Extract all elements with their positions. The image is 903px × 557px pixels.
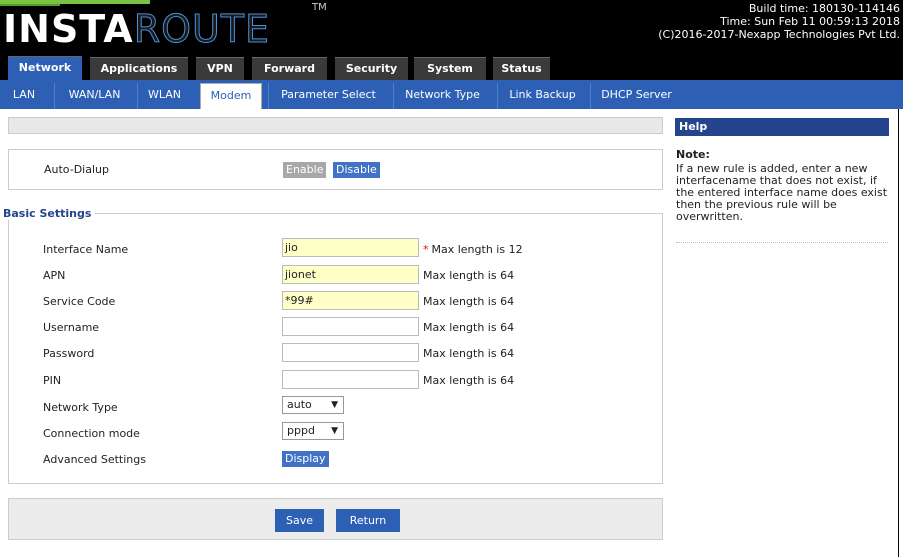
basic-settings-legend: Basic Settings — [0, 207, 96, 220]
logo-accent-bar-2 — [0, 4, 60, 6]
copyright: (C)2016-2017-Nexapp Technologies Pvt Ltd… — [658, 28, 900, 41]
logo-text-route: ROUTE — [133, 7, 271, 52]
sub-nav: LAN WAN/LAN WLAN Modem Parameter Select … — [0, 80, 903, 109]
subtab-lan[interactable]: LAN — [6, 83, 42, 109]
network-type-select[interactable]: auto ▼ — [282, 396, 344, 414]
advanced-settings-label: Advanced Settings — [43, 453, 146, 466]
connection-mode-value: pppd — [287, 424, 315, 437]
password-hint: Max length is 64 — [423, 347, 515, 360]
brand-logo: INSTAROUTE — [3, 7, 271, 52]
tab-security[interactable]: Security — [335, 57, 408, 80]
action-bar: Save Return — [8, 498, 663, 540]
username-field[interactable] — [282, 317, 419, 336]
service-code-field[interactable]: *99# — [282, 291, 419, 310]
apn-label: APN — [43, 269, 66, 282]
tab-forward[interactable]: Forward — [252, 57, 327, 80]
save-button[interactable]: Save — [275, 509, 324, 532]
connection-mode-select[interactable]: pppd ▼ — [282, 422, 344, 440]
pin-hint: Max length is 64 — [423, 374, 515, 387]
subtab-wlan[interactable]: WLAN — [137, 83, 191, 109]
subtab-dhcp-server[interactable]: DHCP Server — [590, 83, 682, 109]
subtab-link-backup[interactable]: Link Backup — [497, 83, 587, 109]
tab-network[interactable]: Network — [8, 56, 82, 80]
tab-status[interactable]: Status — [493, 57, 550, 80]
username-hint: Max length is 64 — [423, 321, 515, 334]
header-info: Build time: 180130-114146 Time: Sun Feb … — [658, 2, 900, 41]
disable-button[interactable]: Disable — [333, 162, 380, 178]
username-label: Username — [43, 321, 100, 334]
connection-mode-label: Connection mode — [43, 427, 140, 440]
logo-text-insta: INSTA — [3, 7, 134, 51]
interface-name-field[interactable]: jio — [282, 238, 419, 257]
interface-name-hint-text: Max length is 12 — [431, 243, 523, 256]
trademark-mark: TM — [312, 2, 327, 13]
auto-dialup-label: Auto-Dialup — [44, 163, 109, 176]
network-type-label: Network Type — [43, 401, 118, 414]
subtab-modem[interactable]: Modem — [200, 83, 262, 109]
help-note-label: Note: — [676, 148, 710, 161]
interface-name-hint: * Max length is 12 — [423, 243, 523, 256]
password-field[interactable] — [282, 343, 419, 362]
password-label: Password — [43, 347, 95, 360]
page-right-border — [898, 109, 899, 557]
chevron-down-icon: ▼ — [331, 426, 338, 436]
tab-vpn[interactable]: VPN — [196, 57, 244, 80]
network-type-value: auto — [287, 398, 312, 411]
apn-hint: Max length is 64 — [423, 269, 515, 282]
auto-dialup-panel: Auto-Dialup Enable Disable — [8, 149, 663, 190]
chevron-down-icon: ▼ — [331, 400, 338, 410]
help-note-text: If a new rule is added, enter a new inte… — [676, 162, 888, 223]
help-title: Help — [675, 118, 889, 136]
pin-label: PIN — [43, 374, 62, 387]
subtab-network-type[interactable]: Network Type — [393, 83, 491, 109]
apn-field[interactable]: jionet — [282, 265, 419, 284]
return-button[interactable]: Return — [336, 509, 400, 532]
required-asterisk: * — [423, 243, 429, 256]
display-button[interactable]: Display — [282, 451, 329, 467]
section-header-bar — [8, 117, 663, 134]
service-code-label: Service Code — [43, 295, 116, 308]
pin-field[interactable] — [282, 370, 419, 389]
interface-name-label: Interface Name — [43, 243, 129, 256]
service-code-hint: Max length is 64 — [423, 295, 515, 308]
tab-system[interactable]: System — [414, 57, 486, 80]
subtab-parameter-select[interactable]: Parameter Select — [268, 83, 388, 109]
help-divider — [676, 242, 888, 243]
subtab-wan-lan[interactable]: WAN/LAN — [54, 83, 134, 109]
tab-applications[interactable]: Applications — [90, 57, 188, 80]
app-header: INSTAROUTE TM Build time: 180130-114146 … — [0, 0, 903, 56]
main-nav: Network Applications VPN Forward Securit… — [0, 56, 903, 80]
current-time: Time: Sun Feb 11 00:59:13 2018 — [720, 15, 900, 28]
build-time: Build time: 180130-114146 — [748, 2, 900, 15]
enable-button[interactable]: Enable — [283, 162, 327, 178]
